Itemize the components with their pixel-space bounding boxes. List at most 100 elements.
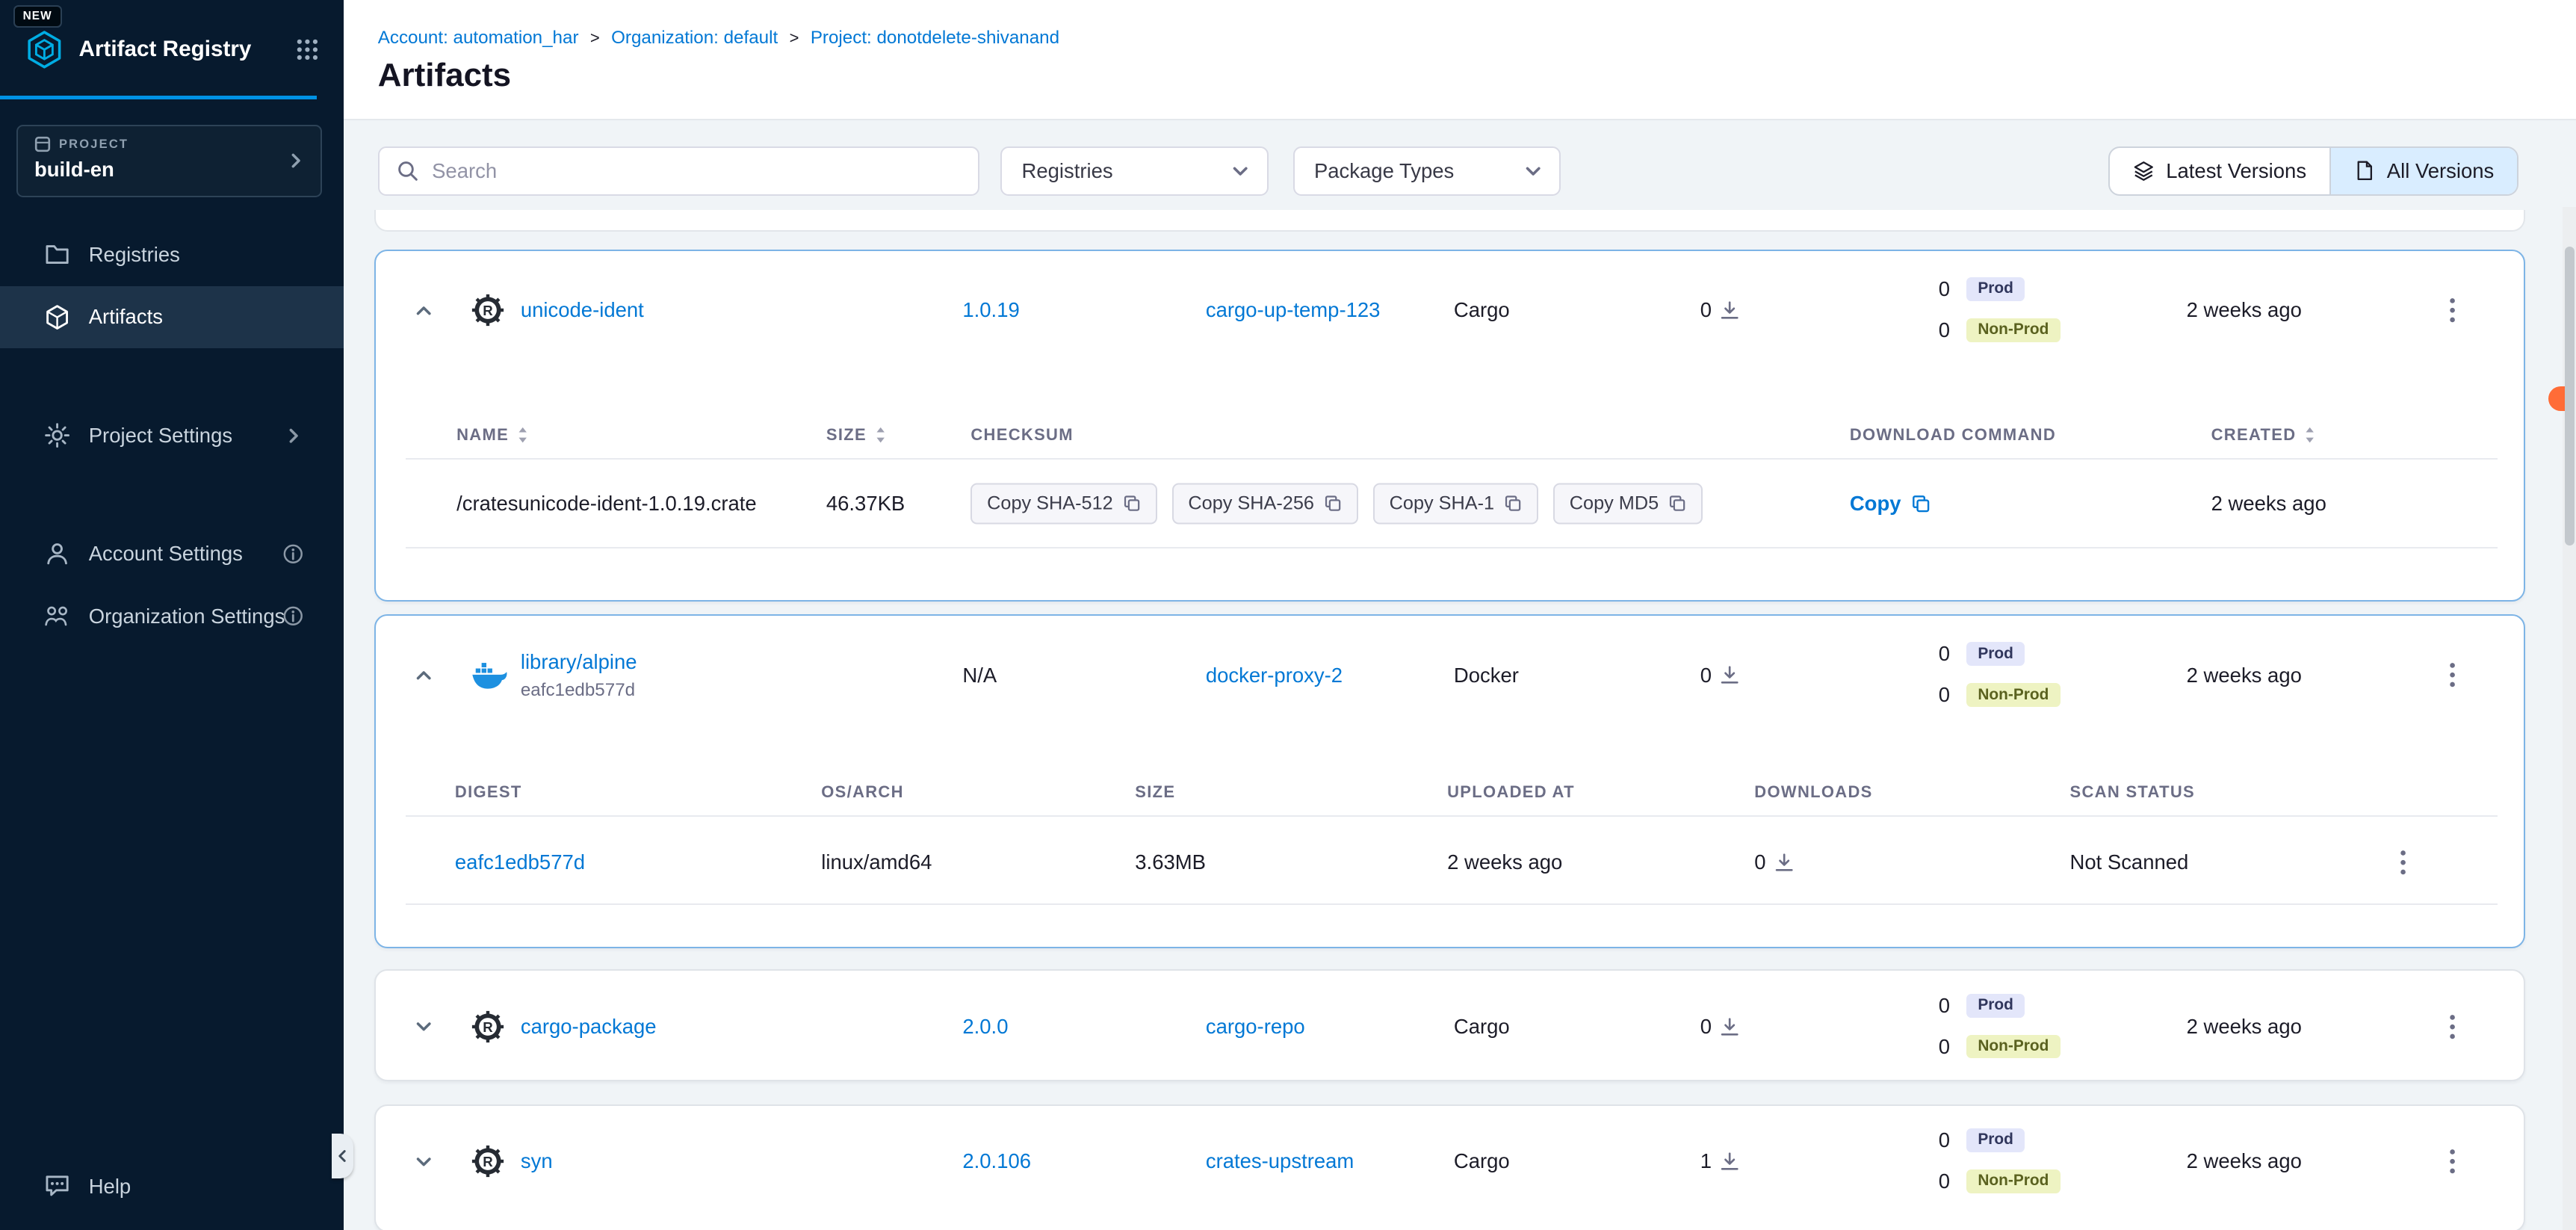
prod-badge: Prod (1966, 1128, 2025, 1152)
latest-versions-button[interactable]: Latest Versions (2110, 148, 2329, 194)
updated-time: 2 weeks ago (2187, 1015, 2302, 1039)
collapse-toggle-button[interactable] (404, 655, 444, 695)
sidebar-item-account-settings[interactable]: Account Settings (0, 522, 344, 585)
nonprod-deployments: 0 Non-Prod (1904, 317, 2060, 343)
copy-icon (1123, 495, 1141, 513)
prod-badge: Prod (1966, 994, 2025, 1018)
collapse-toggle-button[interactable] (404, 291, 444, 330)
col-header-size: SIZE (1135, 782, 1175, 802)
image-size: 3.63MB (1135, 850, 1206, 874)
artifact-version-link[interactable]: 2.0.106 (962, 1149, 1031, 1173)
col-header-created[interactable]: CREATED (2211, 425, 2316, 445)
sidebar: NEW Artifact Registry PROJECT build-en R… (0, 0, 344, 1230)
all-versions-button[interactable]: All Versions (2331, 148, 2517, 194)
package-type: Cargo (1454, 1015, 1510, 1039)
breadcrumb-account-link[interactable]: Account: automation_har (378, 28, 579, 49)
copy-sha256-button[interactable]: Copy SHA-256 (1172, 483, 1358, 524)
sidebar-header: Artifact Registry (25, 30, 319, 69)
registries-filter-dropdown[interactable]: Registries (1000, 146, 1268, 196)
os-arch: linux/amd64 (821, 850, 932, 874)
row-menu-button[interactable] (2433, 1007, 2472, 1047)
artifact-name-link[interactable]: cargo-package (521, 1015, 657, 1039)
artifact-repository-link[interactable]: docker-proxy-2 (1206, 664, 1343, 687)
breadcrumb-project-link[interactable]: Project: donotdelete-shivanand (811, 28, 1059, 49)
col-header-download-command: DOWNLOAD COMMAND (1850, 425, 2056, 445)
cargo-package-icon (471, 1146, 504, 1178)
artifact-row: syn 2.0.106 crates-upstream Cargo 1 0 Pr… (376, 1106, 2523, 1218)
breadcrumb: Account: automation_har > Organization: … (378, 28, 2576, 49)
digest-link[interactable]: eafc1edb577d (455, 850, 585, 874)
project-name: build-en (34, 158, 304, 182)
prod-badge: Prod (1966, 642, 2025, 666)
scan-status: Not Scanned (2070, 850, 2189, 874)
sidebar-collapse-handle[interactable] (332, 1134, 353, 1178)
expand-toggle-button[interactable] (404, 1142, 444, 1181)
copy-sha512-button[interactable]: Copy SHA-512 (970, 483, 1157, 524)
downloads-count: 0 (1754, 850, 1794, 874)
copy-icon (1324, 495, 1342, 513)
app-title: Artifact Registry (79, 37, 282, 62)
expand-toggle-button[interactable] (404, 1007, 444, 1047)
sidebar-item-label: Account Settings (89, 542, 243, 566)
artifact-name-link[interactable]: syn (521, 1149, 553, 1173)
file-name: /cratesunicode-ident-1.0.19.crate (456, 492, 757, 516)
sidebar-item-organization-settings[interactable]: Organization Settings (0, 585, 344, 648)
artifact-digest: eafc1edb577d (521, 679, 637, 702)
info-icon[interactable] (282, 543, 304, 565)
file-size: 46.37KB (826, 492, 905, 516)
artifact-repository-link[interactable]: crates-upstream (1206, 1149, 1354, 1173)
cargo-package-icon (471, 294, 504, 327)
module-grid-icon[interactable] (296, 38, 319, 61)
page-title: Artifacts (378, 57, 2576, 94)
vertical-scrollbar-thumb[interactable] (2565, 247, 2575, 546)
artifact-name-link[interactable]: unicode-ident (521, 298, 644, 322)
package-type: Docker (1454, 664, 1519, 687)
sidebar-item-help[interactable]: Help (0, 1155, 344, 1218)
chevron-down-icon (1230, 161, 1250, 181)
file-row: /cratesunicode-ident-1.0.19.crate 46.37K… (376, 460, 2523, 548)
organization-icon (44, 603, 70, 629)
col-header-size[interactable]: SIZE (826, 425, 886, 445)
package-types-filter-dropdown[interactable]: Package Types (1293, 146, 1561, 196)
artifact-name-block: library/alpine eafc1edb577d (521, 649, 637, 702)
package-type: Cargo (1454, 298, 1510, 322)
prod-deployments: 0 Prod (1904, 1127, 2025, 1153)
row-menu-button[interactable] (2433, 1142, 2472, 1181)
sidebar-item-artifacts[interactable]: Artifacts (0, 286, 344, 349)
info-icon[interactable] (282, 605, 304, 627)
artifacts-icon (44, 304, 70, 330)
breadcrumb-separator: > (790, 28, 799, 48)
divider (406, 903, 2498, 905)
layers-icon (2133, 160, 2155, 182)
artifact-repository-link[interactable]: cargo-up-temp-123 (1206, 298, 1381, 322)
versions-toggle-group: Latest Versions All Versions (2108, 146, 2518, 196)
row-menu-button[interactable] (2433, 655, 2472, 695)
download-icon (1720, 1017, 1739, 1036)
artifact-version-link[interactable]: 2.0.0 (962, 1015, 1008, 1039)
copy-md5-button[interactable]: Copy MD5 (1553, 483, 1703, 524)
copy-sha1-button[interactable]: Copy SHA-1 (1373, 483, 1538, 524)
sidebar-item-registries[interactable]: Registries (0, 223, 344, 286)
prod-deployments: 0 Prod (1904, 640, 2025, 667)
nonprod-deployments: 0 Non-Prod (1904, 1168, 2060, 1194)
row-menu-button[interactable] (2384, 843, 2424, 883)
artifact-name-link[interactable]: library/alpine (521, 650, 637, 673)
search-input[interactable] (432, 159, 962, 183)
sort-icon (2304, 426, 2315, 444)
sidebar-item-project-settings[interactable]: Project Settings (0, 404, 344, 467)
project-selector[interactable]: PROJECT build-en (16, 125, 322, 197)
artifact-row: unicode-ident 1.0.19 cargo-up-temp-123 C… (376, 251, 2523, 369)
downloads-count: 0 (1700, 1015, 1740, 1039)
breadcrumb-organization-link[interactable]: Organization: default (611, 28, 778, 49)
sidebar-item-label: Help (89, 1175, 131, 1199)
digest-row: eafc1edb577d linux/amd64 3.63MB 2 weeks … (376, 820, 2523, 905)
artifact-row: library/alpine eafc1edb577d N/A docker-p… (376, 616, 2523, 734)
registries-icon (44, 241, 70, 268)
col-header-name[interactable]: NAME (456, 425, 528, 445)
updated-time: 2 weeks ago (2187, 664, 2302, 687)
row-menu-button[interactable] (2433, 291, 2472, 330)
prod-badge: Prod (1966, 277, 2025, 301)
artifact-version-link[interactable]: 1.0.19 (962, 298, 1019, 322)
copy-download-command-button[interactable]: Copy (1850, 492, 1931, 516)
artifact-repository-link[interactable]: cargo-repo (1206, 1015, 1305, 1039)
